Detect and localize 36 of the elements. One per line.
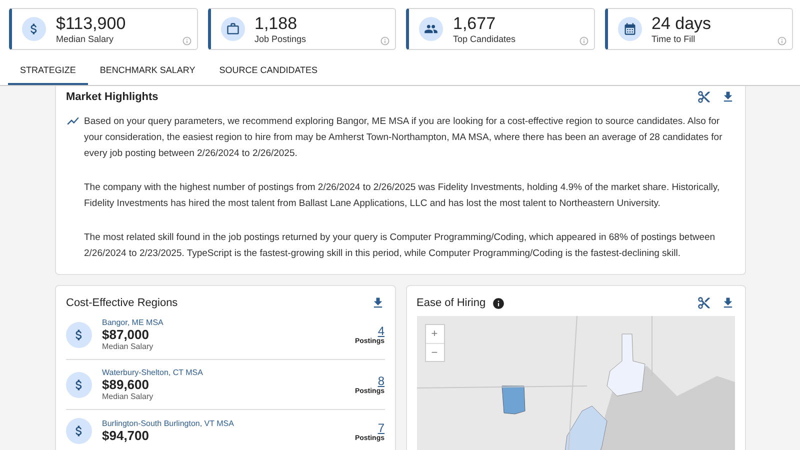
briefcase-icon bbox=[226, 22, 240, 36]
region-salary: $89,600 bbox=[102, 377, 150, 392]
tab[interactable]: SOURCE CANDIDATES bbox=[207, 56, 330, 85]
tab[interactable]: BENCHMARK SALARY bbox=[88, 56, 208, 85]
calendar-icon bbox=[622, 22, 636, 36]
stat-value: $113,900 bbox=[56, 14, 126, 34]
download-icon[interactable] bbox=[721, 296, 735, 310]
info-icon[interactable] bbox=[492, 296, 505, 310]
paragraph: The most related skill found in the job postings returned by your query is Computer Programming/Coding, which appeared in 68% of postings between 2/26/2024 to 2/23/2025. TypeScript is the fastest-growing skill in this period, while Computer Programming/Coding is the fastest-declining skill. bbox=[84, 231, 716, 261]
scissors-icon[interactable] bbox=[697, 90, 711, 104]
scissors-icon[interactable] bbox=[697, 296, 711, 310]
salary-label: Median Salary bbox=[102, 342, 154, 351]
region-name: Bangor, ME MSA bbox=[102, 318, 164, 327]
map[interactable]: + − bbox=[416, 316, 735, 450]
stat-label: Median Salary bbox=[56, 34, 115, 44]
region-salary: $87,000 bbox=[102, 327, 150, 342]
stat-value: 1,188 bbox=[254, 14, 298, 34]
postings-link[interactable]: 7 bbox=[378, 420, 384, 434]
stat-value: 1,677 bbox=[453, 14, 497, 34]
paragraph: The company with the highest number of postings from 2/26/2024 to 2/26/2025 was Fidelity Investments, holding 4.9% of the market share. Historically, Fidelity Investments has hired the most talent from Ballast Lane Applications, LLC and has lost the most talent to Northeastern University. bbox=[84, 181, 721, 211]
postings-link[interactable]: 8 bbox=[378, 374, 384, 388]
card-title: Ease of Hiring bbox=[416, 297, 486, 309]
stat-value: 24 days bbox=[652, 14, 712, 34]
people-icon bbox=[424, 22, 438, 36]
stat-label: Job Postings bbox=[254, 34, 306, 44]
salary-label: Median Salary bbox=[102, 392, 154, 401]
stat-label: Top Candidates bbox=[453, 34, 516, 44]
region-salary: $94,700 bbox=[102, 428, 150, 443]
card-title: Cost-Effective Regions bbox=[66, 297, 178, 309]
region-name: Waterbury-Shelton, CT MSA bbox=[102, 368, 203, 377]
region-name: Burlington-South Burlington, VT MSA bbox=[102, 419, 234, 428]
card-title: Market Highlights bbox=[66, 91, 158, 103]
download-icon[interactable] bbox=[721, 90, 735, 104]
stat-label: Time to Fill bbox=[652, 34, 696, 44]
paragraph: Based on your query parameters, we recommend exploring Bangor, ME MSA if you are looking for a cost-effective region to source candidates. Also for your consideration, the easiest region to hire from may be Amherst Town-Northampton, MA MSA, where there has been an average of 28 candidates for every job posting between 2/26/2024 to 2/26/2025. bbox=[84, 115, 724, 161]
postings-link[interactable]: 4 bbox=[378, 324, 384, 338]
